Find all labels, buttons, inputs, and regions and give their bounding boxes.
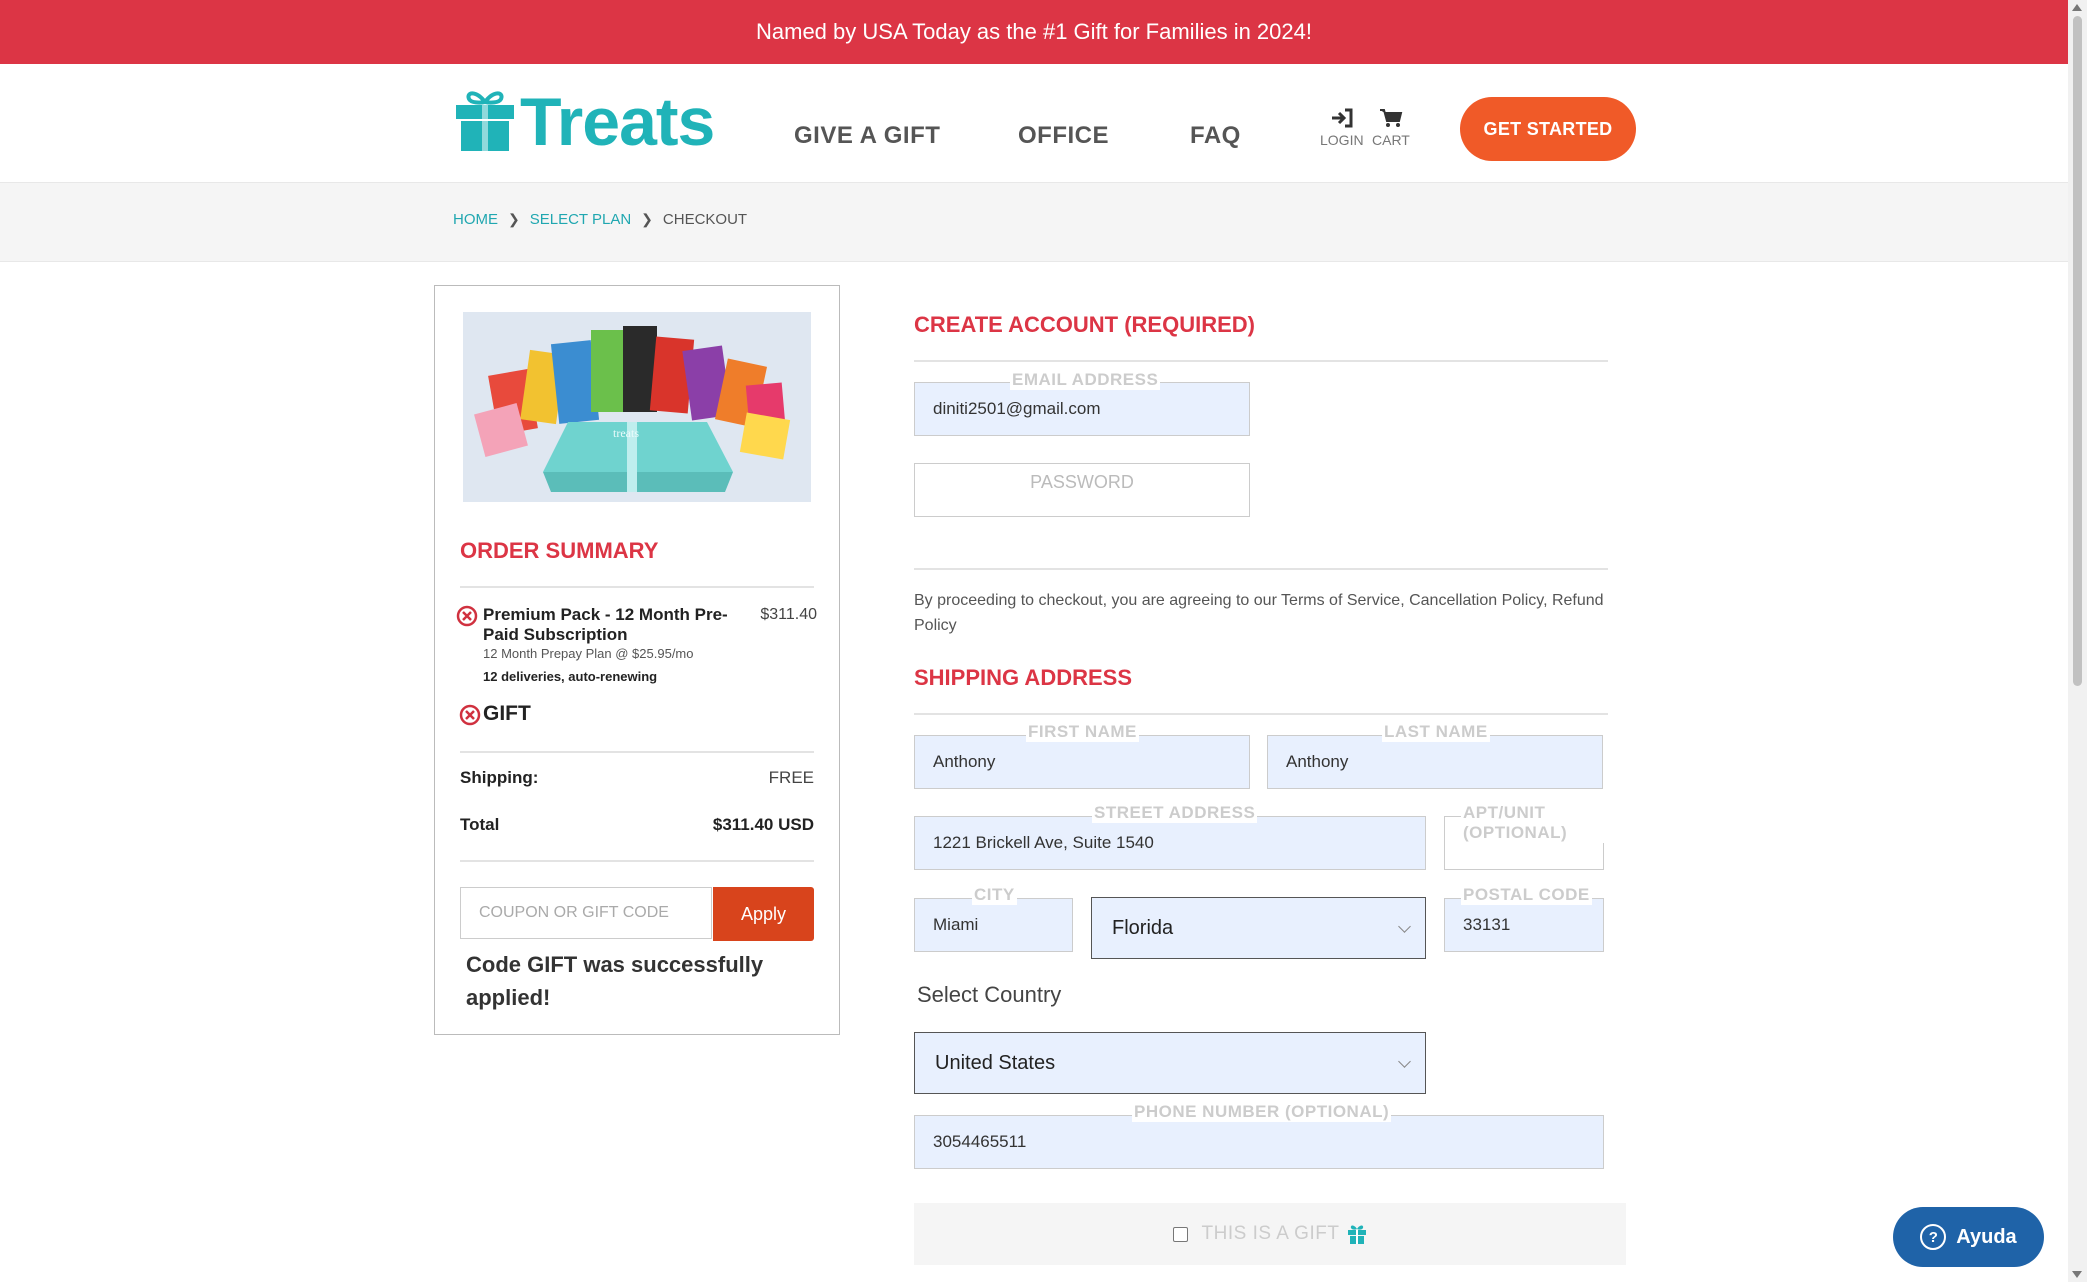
- remove-code-icon[interactable]: [459, 704, 481, 726]
- street-address-field[interactable]: 1221 Brickell Ave, Suite 1540: [914, 816, 1426, 870]
- svg-text:treats: treats: [613, 426, 639, 440]
- last-name-field[interactable]: Anthony: [1267, 735, 1603, 789]
- item-price: $311.40: [760, 606, 817, 623]
- nav-give-a-gift[interactable]: GIVE A GIFT: [794, 122, 940, 150]
- state-value: Florida: [1112, 916, 1174, 939]
- gift-icon: [1348, 1225, 1367, 1244]
- breadcrumb: HOME ❯ SELECT PLAN ❯ CHECKOUT: [453, 211, 747, 228]
- applied-code-label: GIFT: [483, 702, 531, 725]
- page-scrollbar[interactable]: [2068, 0, 2087, 1282]
- breadcrumb-bar: HOME ❯ SELECT PLAN ❯ CHECKOUT: [0, 182, 2068, 262]
- phone-field[interactable]: 3054465511: [914, 1115, 1604, 1169]
- item-deliveries: 12 deliveries, auto-renewing: [483, 669, 658, 684]
- email-label: EMAIL ADDRESS: [1010, 370, 1161, 390]
- first-name-label: FIRST NAME: [1026, 722, 1139, 742]
- nav-faq[interactable]: FAQ: [1190, 122, 1241, 150]
- email-field[interactable]: diniti2501@gmail.com: [914, 382, 1250, 436]
- login-link[interactable]: LOGIN: [1320, 108, 1364, 148]
- last-name-label: LAST NAME: [1382, 722, 1490, 742]
- promo-banner: Named by USA Today as the #1 Gift for Fa…: [0, 0, 2068, 64]
- phone-label: PHONE NUMBER (OPTIONAL): [1132, 1102, 1392, 1122]
- divider: [460, 586, 814, 588]
- gift-checkbox-label: THIS IS A GIFT: [1201, 1223, 1340, 1244]
- terms-text: By proceeding to checkout, you are agree…: [914, 592, 1604, 634]
- divider: [914, 360, 1608, 362]
- gift-toggle-row[interactable]: THIS IS A GIFT: [914, 1203, 1626, 1265]
- remove-item-icon[interactable]: [456, 605, 478, 627]
- state-select[interactable]: Florida: [1091, 897, 1426, 959]
- divider: [460, 751, 814, 753]
- nav-office[interactable]: OFFICE: [1018, 122, 1109, 150]
- login-icon: [1331, 108, 1353, 128]
- breadcrumb-checkout: CHECKOUT: [662, 211, 748, 228]
- chevron-down-icon: [1398, 920, 1411, 933]
- first-name-field[interactable]: Anthony: [914, 735, 1250, 789]
- order-summary-title: ORDER SUMMARY: [460, 538, 659, 563]
- postal-code-label: POSTAL CODE: [1461, 885, 1592, 905]
- cart-icon: [1379, 109, 1403, 127]
- password-placeholder: PASSWORD: [1030, 471, 1134, 492]
- breadcrumb-select-plan[interactable]: SELECT PLAN: [530, 211, 631, 228]
- scrollbar-thumb[interactable]: [2073, 16, 2082, 686]
- order-summary-panel: treats ORDER SUMMARY Premium Pack - 12 M…: [434, 285, 840, 1035]
- divider: [460, 860, 814, 862]
- cart-label: CART: [1372, 132, 1410, 148]
- get-started-button[interactable]: GET STARTED: [1460, 97, 1636, 161]
- item-name: Premium Pack - 12 Month Pre-Paid Subscri…: [483, 605, 728, 644]
- chevron-right-icon: ❯: [508, 211, 520, 227]
- gift-box-logo-icon: [456, 91, 514, 151]
- breadcrumb-home[interactable]: HOME: [453, 211, 498, 228]
- apply-coupon-button[interactable]: Apply: [713, 887, 814, 941]
- gift-checkbox[interactable]: [1172, 1226, 1188, 1242]
- shipping-address-title: SHIPPING ADDRESS: [914, 665, 1133, 690]
- help-label: Ayuda: [1956, 1225, 2017, 1248]
- promo-banner-text: Named by USA Today as the #1 Gift for Fa…: [756, 19, 1312, 44]
- treats-logo[interactable]: Treats: [454, 84, 715, 160]
- product-image: treats: [463, 312, 811, 502]
- shipping-label: Shipping:: [460, 768, 539, 787]
- site-header: Treats GIVE A GIFT OFFICE FAQ LOGIN CART…: [0, 64, 2068, 182]
- login-label: LOGIN: [1320, 132, 1364, 148]
- shipping-value: FREE: [768, 768, 814, 787]
- chevron-right-icon: ❯: [641, 211, 653, 227]
- street-address-label: STREET ADDRESS: [1092, 803, 1258, 823]
- city-field[interactable]: Miami: [914, 898, 1073, 952]
- country-select[interactable]: United States: [914, 1032, 1426, 1094]
- coupon-success-message: Code GIFT was successfully applied!: [466, 952, 764, 1010]
- divider: [914, 568, 1608, 570]
- question-icon: ?: [1920, 1224, 1947, 1250]
- total-value: $311.40 USD: [712, 815, 814, 834]
- country-label: Select Country: [917, 982, 1062, 1007]
- scroll-up-icon[interactable]: [2072, 4, 2082, 11]
- total-label: Total: [460, 815, 500, 834]
- password-field[interactable]: PASSWORD: [914, 463, 1250, 517]
- coupon-input[interactable]: [460, 887, 712, 939]
- postal-code-field[interactable]: 33131: [1444, 898, 1604, 952]
- city-label: CITY: [972, 885, 1017, 905]
- apt-unit-label: APT/UNIT (OPTIONAL): [1461, 803, 1634, 843]
- cart-link[interactable]: CART: [1372, 108, 1410, 148]
- divider: [914, 713, 1608, 715]
- scroll-down-icon[interactable]: [2072, 1271, 2082, 1278]
- help-button[interactable]: ? Ayuda: [1893, 1207, 2044, 1267]
- country-value: United States: [935, 1051, 1056, 1074]
- item-plan: 12 Month Prepay Plan @ $25.95/mo: [483, 646, 694, 661]
- create-account-title: CREATE ACCOUNT (REQUIRED): [914, 312, 1255, 337]
- chevron-down-icon: [1398, 1055, 1411, 1068]
- logo-wordmark: Treats: [520, 84, 715, 160]
